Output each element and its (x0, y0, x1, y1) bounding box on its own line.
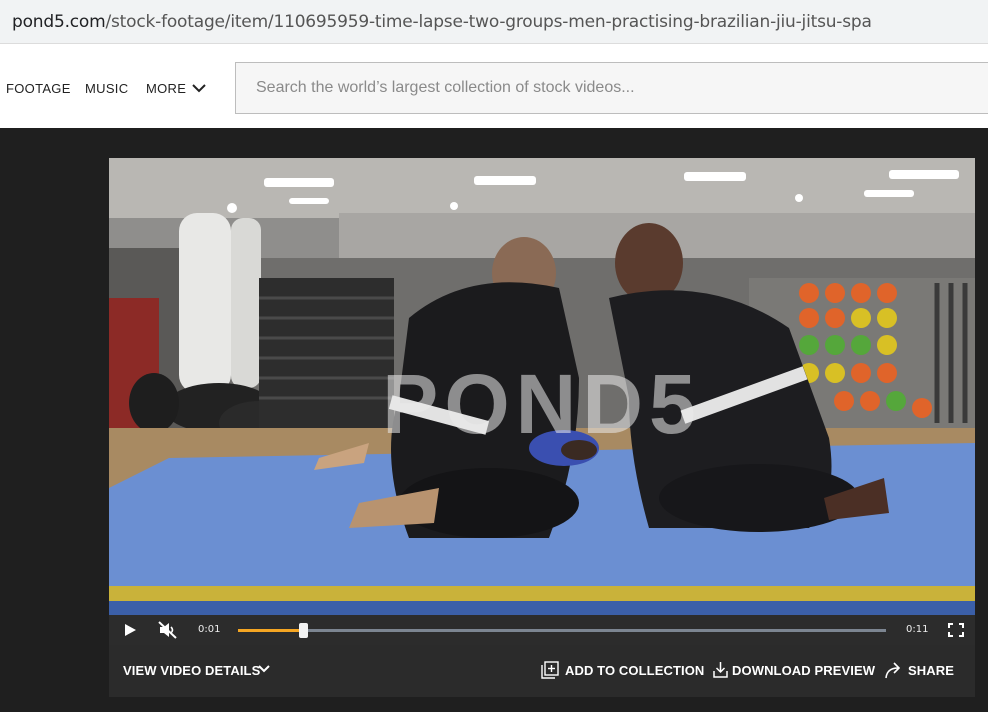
share-icon (885, 662, 901, 679)
nav-footage[interactable]: FOOTAGE (6, 81, 71, 96)
current-time: 0:01 (198, 624, 221, 635)
view-video-details-button[interactable]: VIEW VIDEO DETAILS (123, 663, 270, 678)
player-controls: 0:01 0:11 (109, 615, 975, 645)
url-path: /stock-footage/item/110695959-time-lapse… (105, 12, 872, 32)
add-to-collection-label: ADD TO COLLECTION (565, 663, 705, 678)
search-box (235, 62, 988, 114)
share-button[interactable]: SHARE (884, 662, 955, 679)
url-domain: pond5.com (12, 12, 106, 32)
url-text[interactable]: pond5.com/stock-footage/item/110695959-t… (12, 12, 872, 32)
seek-progress-fill (238, 629, 303, 632)
video-action-bar: VIEW VIDEO DETAILS ADD TO COLLECTION DOW… (109, 645, 975, 697)
video-player[interactable]: POND5 0:01 0:11 (109, 158, 975, 645)
fullscreen-icon[interactable] (945, 620, 967, 640)
chevron-down-icon (192, 84, 206, 93)
play-icon[interactable] (119, 620, 141, 640)
download-icon (713, 662, 728, 678)
share-label: SHARE (908, 663, 955, 678)
add-to-collection-button[interactable]: ADD TO COLLECTION (541, 661, 705, 679)
duration-time: 0:11 (906, 624, 929, 635)
chevron-down-icon (258, 665, 270, 673)
view-video-details-label: VIEW VIDEO DETAILS (123, 663, 261, 678)
seek-bar[interactable] (238, 623, 886, 638)
search-input[interactable] (236, 63, 988, 113)
browser-url-bar[interactable]: pond5.com/stock-footage/item/110695959-t… (0, 0, 988, 44)
mute-icon[interactable] (157, 620, 179, 640)
seek-handle[interactable] (298, 623, 308, 638)
nav-more[interactable]: MORE (146, 81, 206, 96)
nav-music[interactable]: MUSIC (85, 81, 128, 96)
download-preview-button[interactable]: DOWNLOAD PREVIEW (713, 662, 876, 678)
download-preview-label: DOWNLOAD PREVIEW (732, 663, 876, 678)
nav-more-label: MORE (146, 81, 187, 96)
pond5-watermark: POND5 (382, 357, 702, 451)
site-header: FOOTAGE MUSIC MORE (0, 44, 988, 128)
add-to-collection-icon (541, 661, 559, 679)
